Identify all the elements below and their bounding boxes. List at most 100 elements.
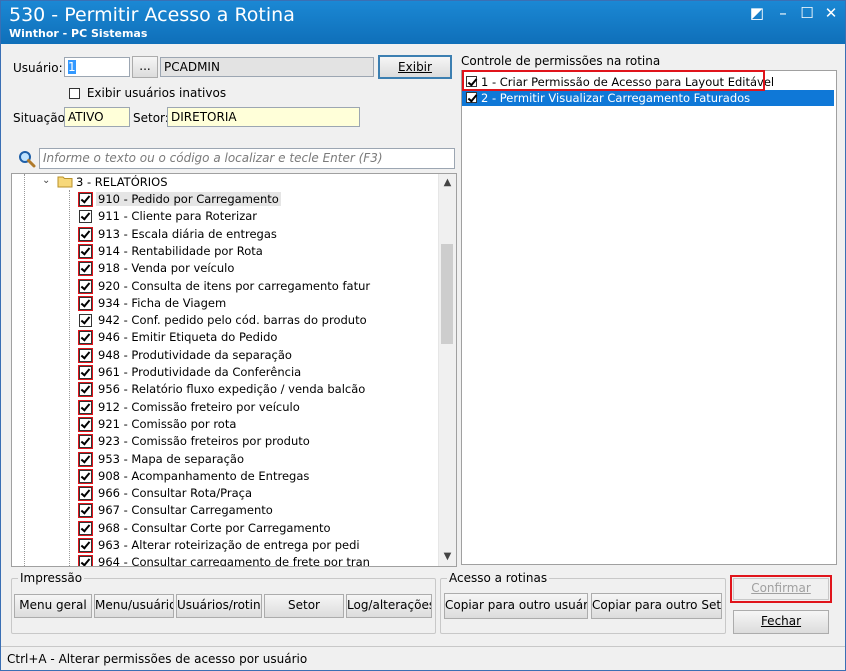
print-log-button[interactable]: Log/alterações: [346, 594, 432, 618]
tree-item-checkbox[interactable]: [78, 365, 93, 380]
tree-item-checkbox[interactable]: [78, 555, 93, 566]
tree-item[interactable]: 963 - Alterar roteirização de entrega po…: [12, 537, 432, 554]
close-window-button[interactable]: ✕: [819, 3, 843, 23]
tree-item[interactable]: 910 - Pedido por Carregamento: [12, 191, 432, 208]
search-input[interactable]: Informe o texto ou o código a localizar …: [39, 148, 455, 169]
tree-item[interactable]: 914 - Rentabilidade por Rota: [12, 243, 432, 260]
show-user-button[interactable]: Exibir: [378, 55, 452, 79]
tree-item-label: 920 - Consulta de itens por carregamento…: [98, 278, 371, 293]
tree-item-checkbox[interactable]: [78, 382, 93, 398]
show-inactive-checkbox[interactable]: [69, 88, 80, 99]
copy-to-user-button[interactable]: Copiar para outro usuário: [444, 593, 588, 619]
tree-item[interactable]: 942 - Conf. pedido pelo cód. barras do p…: [12, 312, 432, 329]
tree-item[interactable]: 953 - Mapa de separação: [12, 451, 432, 468]
maximize-button[interactable]: ☐: [795, 3, 819, 23]
print-users-routine-button[interactable]: Usuários/rotina: [176, 594, 262, 618]
tree-item-checkbox[interactable]: [78, 330, 93, 346]
window-subtitle: Winthor - PC Sistemas: [9, 27, 148, 40]
tree-item-checkbox[interactable]: [79, 210, 92, 224]
user-label: Usuário:: [13, 61, 63, 75]
permission-label: 2 - Permitir Visualizar Carregamento Fat…: [481, 91, 751, 105]
tree-item-label: 953 - Mapa de separação: [98, 451, 245, 466]
confirm-button[interactable]: Confirmar: [733, 578, 829, 600]
tree-item-label: 968 - Consultar Corte por Carregamento: [98, 520, 331, 535]
scroll-thumb[interactable]: [441, 244, 453, 344]
tree-item-checkbox[interactable]: [78, 486, 93, 502]
app-window: 530 - Permitir Acesso a Rotina Winthor -…: [0, 0, 846, 671]
situation-field: ATIVO: [64, 107, 130, 127]
tree-item[interactable]: 966 - Consultar Rota/Praça: [12, 485, 432, 502]
tree-item-checkbox[interactable]: [78, 399, 93, 415]
tree-item-checkbox[interactable]: [78, 243, 93, 259]
tree-item-checkbox[interactable]: [78, 520, 93, 536]
tree-item[interactable]: 920 - Consulta de itens por carregamento…: [12, 278, 432, 295]
sector-label: Setor:: [133, 111, 169, 125]
tree-item-label: 942 - Conf. pedido pelo cód. barras do p…: [98, 313, 367, 328]
minimize-button[interactable]: –: [771, 3, 795, 23]
tree-item-label: 918 - Venda por veículo: [98, 261, 235, 276]
user-code-input[interactable]: 1: [64, 57, 130, 77]
tree-item-checkbox[interactable]: [78, 192, 93, 207]
tree-item[interactable]: 946 - Emitir Etiqueta do Pedido: [12, 329, 432, 346]
restore-layout-icon[interactable]: ◩: [745, 3, 769, 23]
tree-item-checkbox[interactable]: [78, 503, 93, 519]
permission-item[interactable]: 1 - Criar Permissão de Acesso para Layou…: [462, 74, 834, 90]
tree-item-checkbox[interactable]: [78, 226, 93, 242]
tree-item-label: 913 - Escala diária de entregas: [98, 226, 277, 241]
scroll-up-icon[interactable]: ▲: [439, 174, 456, 191]
tree-item-checkbox[interactable]: [79, 314, 92, 328]
collapse-chevron-icon[interactable]: ⌄: [42, 175, 50, 186]
tree-item-label: 934 - Ficha de Viagem: [98, 295, 227, 310]
tree-folder-label[interactable]: 3 - RELATÓRIOS: [76, 175, 168, 189]
tree-item-checkbox[interactable]: [78, 278, 93, 294]
tree-item-label: 964 - Consultar carregamento de frete po…: [98, 555, 370, 567]
routine-tree[interactable]: ⌄ 3 - RELATÓRIOS 910 - Pedido por Carreg…: [11, 173, 457, 567]
tree-item[interactable]: 912 - Comissão freteiro por veículo: [12, 399, 432, 416]
show-inactive-label: Exibir usuários inativos: [86, 86, 227, 100]
scroll-down-icon[interactable]: ▼: [439, 548, 456, 565]
tree-item-label: 914 - Rentabilidade por Rota: [98, 243, 263, 258]
tree-item-label: 967 - Consultar Carregamento: [98, 503, 273, 518]
user-lookup-button[interactable]: ...: [132, 56, 158, 78]
tree-item-checkbox[interactable]: [78, 451, 93, 467]
tree-item-checkbox[interactable]: [78, 538, 93, 553]
permission-checkbox[interactable]: [466, 76, 477, 87]
title-bar[interactable]: 530 - Permitir Acesso a Rotina Winthor -…: [1, 1, 845, 44]
print-menu-user-button[interactable]: Menu/usuário: [94, 594, 174, 618]
tree-item[interactable]: 921 - Comissão por rota: [12, 416, 432, 433]
tree-item[interactable]: 968 - Consultar Corte por Carregamento: [12, 520, 432, 537]
tree-item[interactable]: 948 - Produtividade da separação: [12, 347, 432, 364]
close-button[interactable]: Fechar: [733, 610, 829, 634]
tree-item-checkbox[interactable]: [78, 416, 93, 432]
search-icon: [18, 150, 36, 168]
tree-scrollbar[interactable]: ▲ ▼: [438, 174, 456, 566]
tree-item[interactable]: 967 - Consultar Carregamento: [12, 502, 432, 519]
tree-item-checkbox[interactable]: [78, 468, 93, 484]
permission-checkbox[interactable]: [466, 92, 477, 103]
print-sector-button[interactable]: Setor: [264, 594, 344, 618]
tree-item[interactable]: 908 - Acompanhamento de Entregas: [12, 468, 432, 485]
permission-item[interactable]: 2 - Permitir Visualizar Carregamento Fat…: [462, 90, 834, 106]
tree-item-checkbox[interactable]: [78, 434, 93, 450]
situation-label: Situação:: [13, 111, 69, 125]
tree-item-label: 911 - Cliente para Roterizar: [98, 209, 258, 224]
tree-item-label: 961 - Produtividade da Conferência: [98, 365, 302, 379]
tree-item[interactable]: 923 - Comissão freteiros por produto: [12, 433, 432, 450]
printing-group-title: Impressão: [18, 571, 85, 585]
tree-item[interactable]: 913 - Escala diária de entregas: [12, 226, 432, 243]
tree-item[interactable]: 934 - Ficha de Viagem: [12, 295, 432, 312]
tree-item-checkbox[interactable]: [78, 347, 93, 363]
tree-item[interactable]: 918 - Venda por veículo: [12, 260, 432, 277]
tree-item-checkbox[interactable]: [78, 295, 93, 311]
tree-item[interactable]: 956 - Relatório fluxo expedição / venda …: [12, 381, 432, 398]
print-general-menu-button[interactable]: Menu geral: [14, 594, 92, 618]
copy-to-sector-button[interactable]: Copiar para outro Setor: [591, 593, 722, 619]
permissions-list[interactable]: 1 - Criar Permissão de Acesso para Layou…: [461, 70, 837, 565]
show-inactive-users-option[interactable]: Exibir usuários inativos: [69, 86, 226, 100]
tree-item-checkbox[interactable]: [78, 261, 93, 277]
tree-item[interactable]: 961 - Produtividade da Conferência: [12, 364, 432, 381]
tree-item-label: 966 - Consultar Rota/Praça: [98, 486, 252, 501]
tree-item[interactable]: 964 - Consultar carregamento de frete po…: [12, 554, 432, 567]
tree-item[interactable]: 911 - Cliente para Roterizar: [12, 208, 432, 225]
sector-field: DIRETORIA: [167, 107, 360, 127]
